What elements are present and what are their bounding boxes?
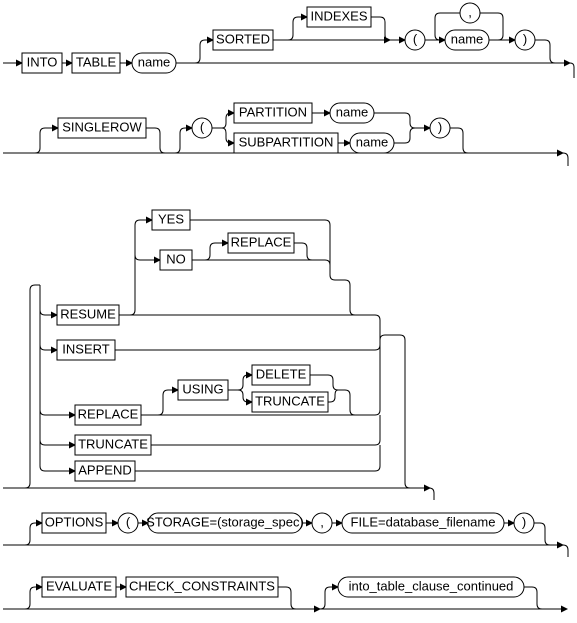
- kw-delete: DELETE: [256, 366, 307, 381]
- section-singlerow: SINGLEROW ( PARTITION name SUBPARTITION …: [3, 103, 568, 166]
- rparen-opts: ): [522, 514, 526, 529]
- val-name1: name: [138, 54, 171, 69]
- kw-replace-after-no: REPLACE: [231, 234, 292, 249]
- section-into-table: INTO TABLE name SORTED INDEXES ( name , …: [3, 3, 574, 78]
- val-name2: name: [451, 31, 484, 46]
- kw-subpartition: SUBPARTITION: [239, 134, 334, 149]
- kw-insert: INSERT: [62, 341, 109, 356]
- section-resume-block: RESUME YES NO REPLACE INSERT REPLACE USI…: [3, 210, 434, 500]
- railroad-diagram: INTO TABLE name SORTED INDEXES ( name , …: [0, 0, 577, 623]
- comma-opts: ,: [320, 514, 324, 529]
- lparen-opts: (: [126, 514, 131, 529]
- kw-partition: PARTITION: [239, 104, 307, 119]
- kw-replace2: REPLACE: [78, 406, 139, 421]
- kw-yes: YES: [158, 211, 184, 226]
- val-name-p: name: [336, 104, 369, 119]
- rparen-indexes: ): [523, 31, 527, 46]
- val-file: FILE=database_filename: [351, 514, 496, 529]
- section-options: OPTIONS ( STORAGE=(storage_spec) , FILE=…: [3, 513, 568, 557]
- kw-truncate1: TRUNCATE: [255, 393, 325, 408]
- rparen-part: ): [438, 119, 442, 134]
- kw-into: INTO: [27, 54, 58, 69]
- kw-options: OPTIONS: [45, 514, 104, 529]
- kw-no: NO: [166, 251, 186, 266]
- kw-check: CHECK_CONSTRAINTS: [129, 578, 275, 593]
- kw-singlerow: SINGLEROW: [62, 119, 142, 134]
- kw-resume: RESUME: [60, 306, 116, 321]
- kw-table: TABLE: [76, 54, 117, 69]
- lparen-part: (: [200, 119, 205, 134]
- kw-evaluate: EVALUATE: [46, 578, 112, 593]
- kw-using: USING: [182, 381, 223, 396]
- kw-append: APPEND: [78, 462, 131, 477]
- kw-sorted: SORTED: [216, 31, 270, 46]
- val-continued: into_table_clause_continued: [349, 578, 514, 593]
- kw-indexes: INDEXES: [310, 8, 367, 23]
- comma-loop: ,: [468, 4, 472, 19]
- val-storage: STORAGE=(storage_spec): [146, 514, 304, 529]
- lparen-indexes: (: [413, 31, 418, 46]
- val-name-sp: name: [356, 134, 389, 149]
- section-evaluate: EVALUATE CHECK_CONSTRAINTS into_table_cl…: [3, 577, 567, 609]
- kw-truncate2: TRUNCATE: [78, 436, 148, 451]
